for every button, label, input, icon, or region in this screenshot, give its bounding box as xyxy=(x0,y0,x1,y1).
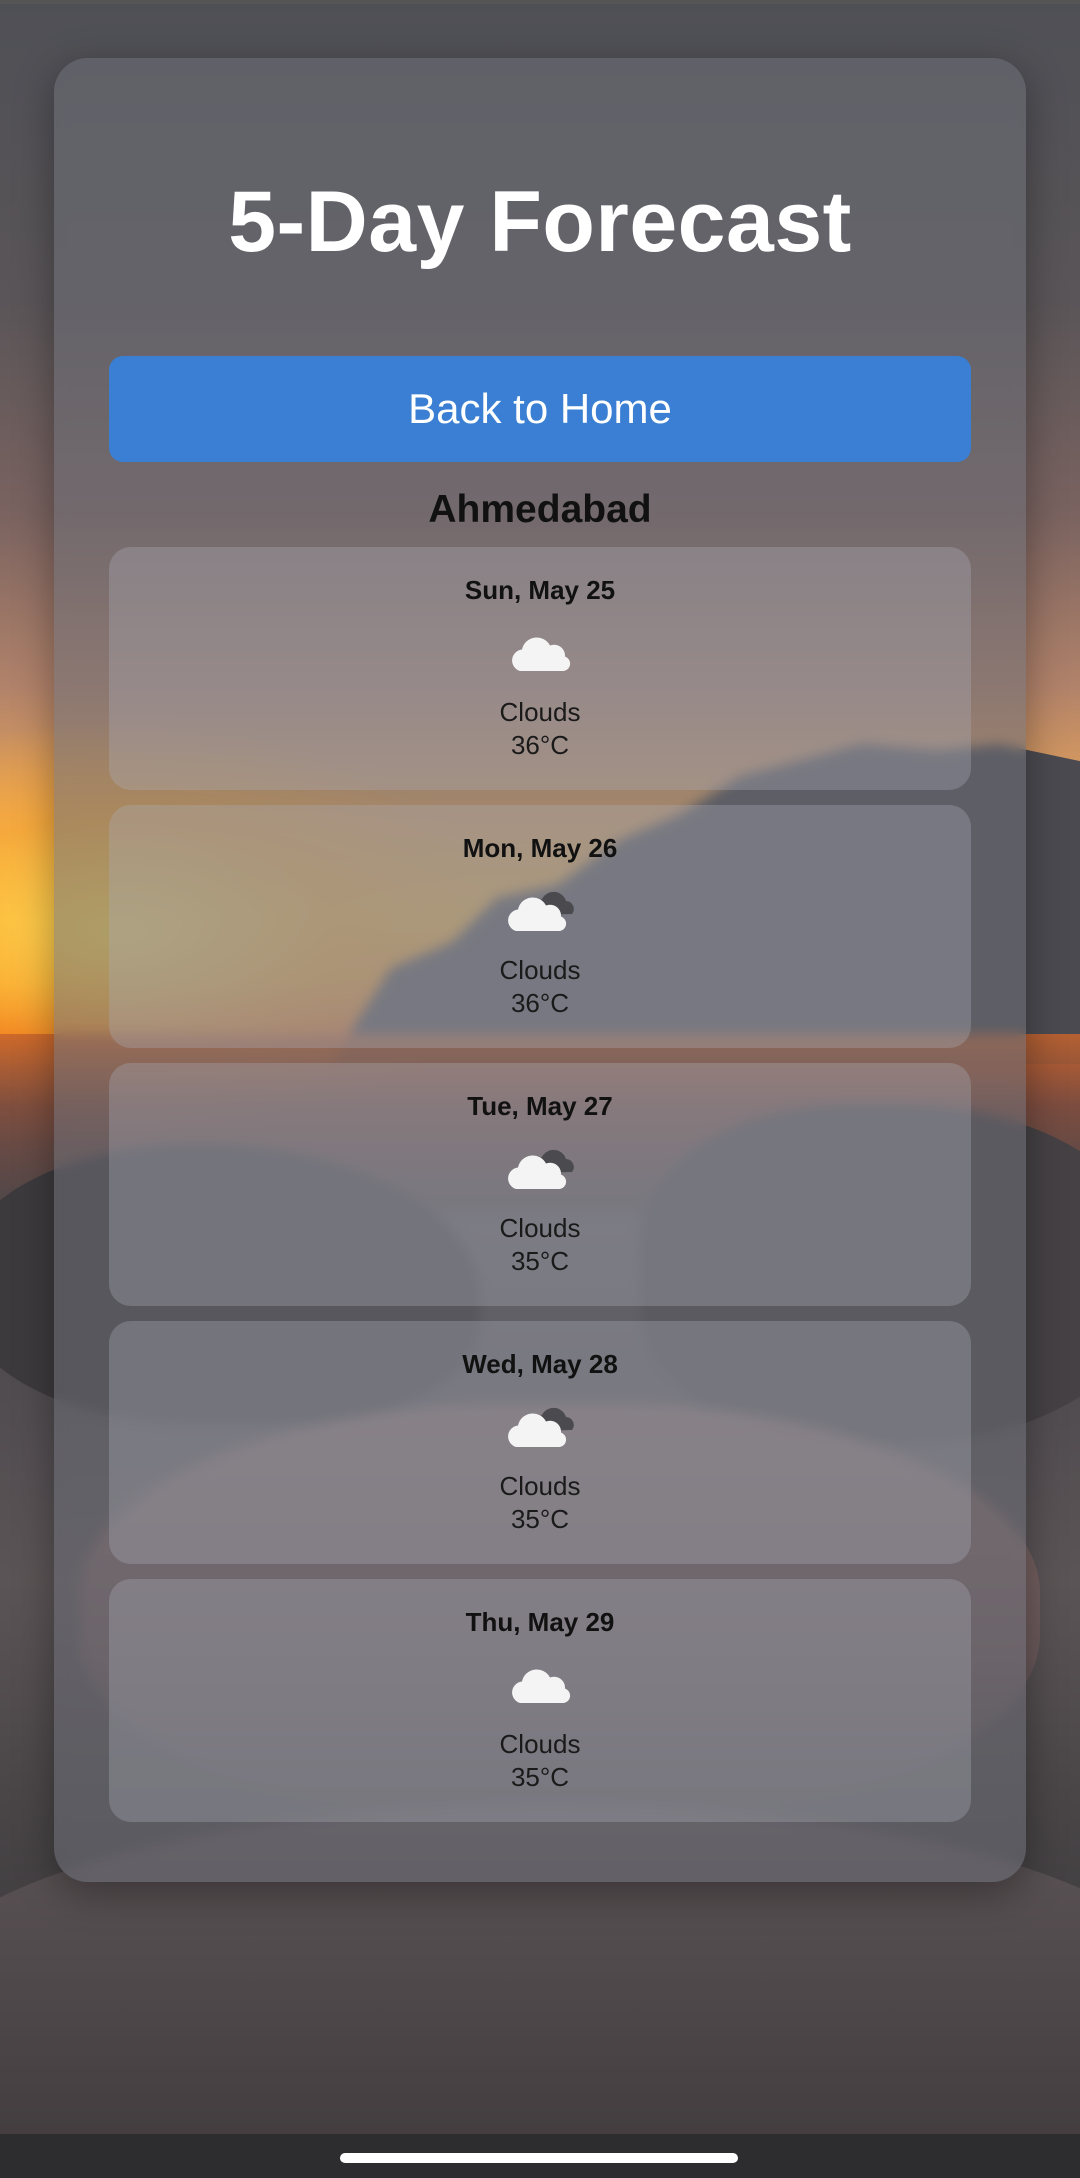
forecast-temperature: 35°C xyxy=(510,1762,570,1792)
forecast-list: Sun, May 25 Clouds 36°C Mon, May 26 Clou… xyxy=(109,547,971,1837)
home-gesture-handle[interactable] xyxy=(340,2153,738,2163)
forecast-card: Thu, May 29 Clouds 35°C xyxy=(109,1579,971,1822)
city-name: Ahmedabad xyxy=(428,488,652,531)
forecast-description: Clouds xyxy=(499,1213,581,1243)
forecast-panel: 5-Day Forecast Back to Home Ahmedabad Su… xyxy=(54,58,1026,1882)
forecast-temperature: 36°C xyxy=(510,988,570,1018)
broken-clouds-icon xyxy=(508,891,574,931)
forecast-date: Mon, May 26 xyxy=(462,833,618,863)
forecast-description: Clouds xyxy=(499,697,581,727)
cloud-icon xyxy=(512,637,571,671)
broken-clouds-icon xyxy=(508,1149,574,1189)
forecast-card: Tue, May 27 Clouds 35°C xyxy=(109,1063,971,1306)
forecast-temperature: 35°C xyxy=(510,1246,570,1276)
back-to-home-button[interactable]: Back to Home xyxy=(109,356,971,462)
forecast-card: Wed, May 28 Clouds 35°C xyxy=(109,1321,971,1564)
forecast-description: Clouds xyxy=(499,955,581,985)
forecast-date: Wed, May 28 xyxy=(462,1349,618,1379)
forecast-temperature: 36°C xyxy=(510,730,570,760)
forecast-description: Clouds xyxy=(499,1471,581,1501)
forecast-card: Sun, May 25 Clouds 36°C xyxy=(109,547,971,790)
forecast-card: Mon, May 26 Clouds 36°C xyxy=(109,805,971,1048)
forecast-date: Thu, May 29 xyxy=(465,1607,615,1637)
forecast-description: Clouds xyxy=(499,1729,581,1759)
forecast-date: Tue, May 27 xyxy=(467,1091,613,1121)
forecast-temperature: 35°C xyxy=(510,1504,570,1534)
forecast-date: Sun, May 25 xyxy=(464,575,616,605)
cloud-icon xyxy=(512,1669,571,1703)
page-title: 5-Day Forecast xyxy=(228,174,852,270)
broken-clouds-icon xyxy=(508,1407,574,1447)
